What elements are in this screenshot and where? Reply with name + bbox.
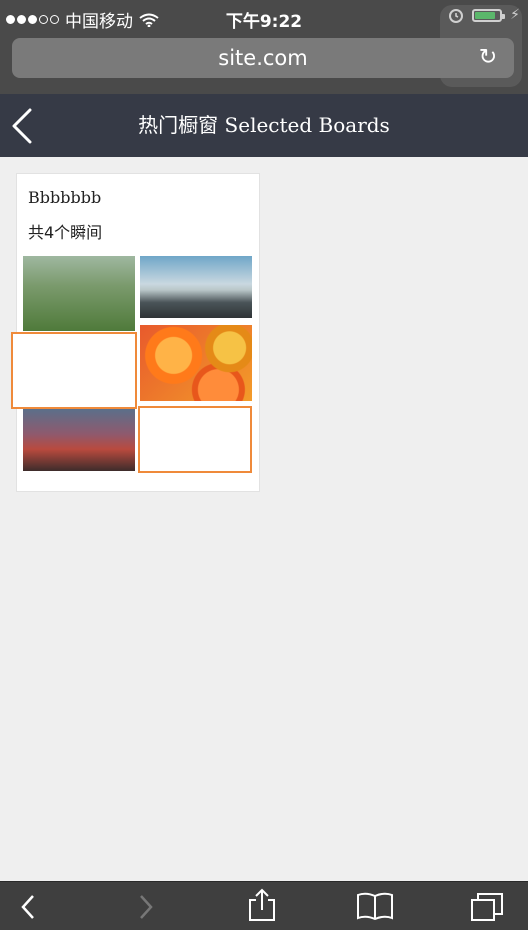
app-header: 热门橱窗 Selected Boards (0, 94, 528, 157)
board-moment-count: 共4个瞬间 (28, 223, 103, 242)
placeholder-thumbnail (138, 406, 252, 473)
board-card[interactable]: Bbbbbbb 共4个瞬间 (11, 173, 260, 492)
address-bar[interactable]: site.com ↻ (12, 38, 514, 78)
browser-forward-icon[interactable] (138, 894, 154, 925)
board-name: Bbbbbbb (28, 188, 102, 207)
reload-icon[interactable]: ↻ (476, 46, 500, 70)
browser-toolbar (0, 881, 528, 930)
thumbnail-oranges (140, 325, 252, 401)
url-text: site.com (218, 46, 308, 70)
share-icon[interactable] (248, 888, 276, 927)
tabs-icon[interactable] (470, 892, 506, 927)
book-icon[interactable] (356, 892, 394, 925)
thumbnail-wedding-aisle (23, 256, 135, 331)
thumbnail-flowers (23, 409, 135, 471)
browser-back-icon[interactable] (20, 894, 36, 925)
thumbnail-road-sky (140, 256, 252, 318)
page-title: 热门橱窗 Selected Boards (138, 113, 390, 137)
placeholder-thumbnail (11, 332, 137, 409)
browser-chrome: 中国移动 下午9:22 ⚡ site.com ↻ (0, 0, 528, 94)
